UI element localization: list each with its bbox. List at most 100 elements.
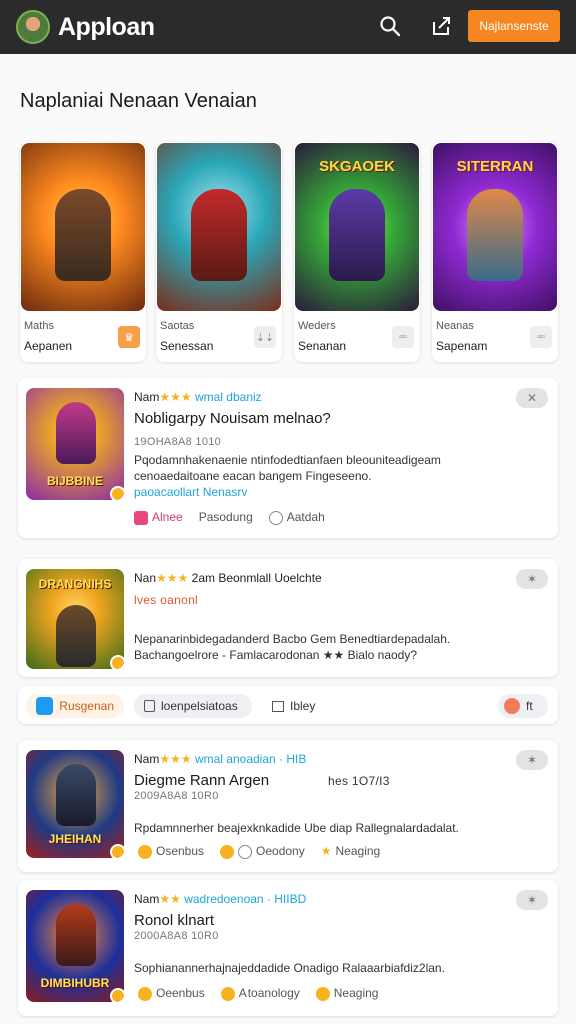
thumbs-icon — [138, 986, 152, 1001]
item-title: Nobligarpy Nouisam melnao? — [134, 410, 331, 427]
featured-card[interactable]: Maths Aepanen ♛ — [20, 142, 146, 362]
game-thumbnail: JHEIHAN — [26, 750, 124, 858]
card-name: Saotas — [160, 320, 195, 332]
like-button[interactable]: Alnee — [134, 510, 183, 525]
item-meta: Nam★★ wadredoenoan · HIIBD — [134, 892, 307, 906]
item-title: Diegme Rann Argen — [134, 772, 270, 789]
item-date: 19OHA8A8 1010 — [134, 436, 222, 448]
character-figure — [56, 402, 96, 464]
page-title: Naplaniai Nenaan Venaian — [20, 90, 257, 112]
art-title — [27, 153, 139, 181]
character-figure — [56, 904, 96, 966]
rating-stars: ★★★ — [156, 571, 189, 585]
art-title: SITERRAN — [456, 158, 534, 175]
character-figure — [56, 605, 96, 667]
item-tag: lves oanonl — [134, 593, 199, 607]
item-description: Sophianannerhajnajeddadide Onadigo Ralaa… — [134, 961, 445, 975]
character-figure — [55, 189, 111, 281]
export-icon — [272, 700, 284, 712]
item-date: 2000A8A8 10R0 — [134, 930, 219, 942]
featured-card[interactable]: SKGAOEK Weders Senanan ▫▫ — [294, 142, 420, 362]
item-actions: Osenbus Oeodony ★ Neaging — [138, 844, 380, 859]
clock-icon — [238, 844, 253, 859]
coin-icon — [315, 986, 330, 1001]
featured-card[interactable]: Saotas Senessan ⇣⇣ — [156, 142, 282, 362]
main-content: Naplaniai Nenaan Venaian Maths Aepanen ♛… — [0, 54, 576, 1024]
item-link[interactable]: paoacaollart Nenasrv — [134, 484, 534, 500]
action-button[interactable]: Pasodung — [199, 510, 253, 524]
twitter-icon — [36, 697, 54, 715]
action-button[interactable]: Oeenbus — [138, 986, 205, 1001]
star-button[interactable]: ✶ — [516, 750, 548, 770]
game-art: SITERRAN — [433, 143, 557, 311]
list-item[interactable]: DRANGNIHS Nan★★★ 2am Beonmlall Uoelchte … — [18, 559, 558, 677]
share-icon[interactable] — [430, 14, 454, 38]
item-meta: Nan★★★ 2am Beonmlall Uoelchte — [134, 571, 322, 585]
star-icon: ★ — [320, 844, 332, 859]
avatar[interactable] — [16, 10, 50, 44]
emoji-icon — [220, 986, 235, 1001]
rating-stars: ★★ — [159, 892, 181, 906]
like-count-button[interactable]: ft — [498, 694, 548, 718]
app-title: Apploan — [58, 12, 155, 41]
item-description: Rpdamnnerher beajexknkadide Ube diap Ral… — [134, 821, 459, 835]
badge-icon[interactable]: ▫▫ — [392, 326, 414, 348]
art-title: DRANGNIHS — [38, 577, 112, 591]
game-thumbnail: DRANGNIHS — [26, 569, 124, 669]
rating-stars: ★★★ — [159, 752, 192, 766]
top-bar: Apploan Najlansenste — [0, 0, 576, 54]
badge-icon[interactable]: ♛ — [118, 326, 140, 348]
share-bar: Rusgenan loenpelsiatoas Ibley ft — [18, 686, 558, 724]
card-subtitle: Senessan — [160, 339, 214, 353]
status-dot — [110, 988, 124, 1002]
list-item[interactable]: BIJBBINE Nam★★★ wmal dbaniz Nobligarpy N… — [18, 378, 558, 538]
thumbs-icon — [138, 844, 152, 859]
cta-button[interactable]: Najlansenste — [468, 10, 560, 42]
item-date: 2009A8A8 10R0 — [134, 790, 219, 802]
export-button[interactable]: Ibley — [262, 694, 342, 718]
item-description: Nepanarinbidegadanderd Bacbo Gem Benedti… — [134, 632, 451, 662]
clock-icon — [268, 510, 283, 525]
action-button[interactable]: Oeodony — [220, 844, 305, 859]
badge-icon[interactable]: ⇣⇣ — [254, 326, 276, 348]
featured-card[interactable]: SITERRAN Neanas Sapenam ▫▫ — [432, 142, 558, 362]
star-button[interactable]: ✶ — [516, 890, 548, 910]
status-dot — [110, 486, 124, 500]
art-title: BIJBBINE — [46, 474, 103, 488]
list-item[interactable]: DIMBIHUBR Nam★★ wadredoenoan · HIIBD Ron… — [18, 880, 558, 1016]
action-button[interactable]: Neaging — [315, 986, 378, 1001]
action-button[interactable]: A toanology — [220, 986, 300, 1001]
action-button[interactable]: ★ Neaging — [321, 844, 380, 858]
close-button[interactable]: ✕ — [516, 388, 548, 408]
status-dot — [110, 655, 124, 669]
card-name: Weders — [298, 320, 336, 332]
badge-icon[interactable]: ▫▫ — [530, 326, 552, 348]
card-subtitle: Senanan — [298, 339, 347, 353]
card-name: Neanas — [436, 320, 474, 332]
item-title: Ronol klnart — [134, 912, 215, 929]
character-figure — [191, 189, 247, 281]
item-meta: Nam★★★ wmal dbaniz — [134, 390, 262, 404]
heart-icon — [134, 510, 148, 525]
item-description: Pqodamnhakenaenie ntinfodedtianfaen bleo… — [134, 452, 534, 500]
game-thumbnail: BIJBBINE — [26, 388, 124, 500]
game-art: SKGAOEK — [295, 143, 419, 311]
action-button[interactable]: Osenbus — [138, 844, 204, 859]
list-item[interactable]: JHEIHAN Nam★★★ wmal anoadian · HIB Diegm… — [18, 740, 558, 872]
character-figure — [329, 189, 385, 281]
game-thumbnail: DIMBIHUBR — [26, 890, 124, 1002]
character-figure — [56, 764, 96, 826]
copy-link-button[interactable]: loenpelsiatoas — [134, 694, 252, 718]
emoji-icon — [220, 844, 235, 859]
twitter-share-button[interactable]: Rusgenan — [26, 694, 124, 718]
card-name: Maths — [24, 320, 54, 332]
card-subtitle: Sapenam — [436, 339, 488, 353]
item-actions: Oeenbus A toanology Neaging — [138, 986, 378, 1001]
heart-icon — [504, 698, 520, 714]
action-button[interactable]: Aatdah — [268, 510, 325, 525]
art-title: JHEIHAN — [48, 832, 102, 846]
search-icon[interactable] — [378, 14, 402, 38]
star-button[interactable]: ✶ — [516, 569, 548, 589]
rating-stars: ★★★ — [159, 390, 192, 404]
character-figure — [467, 189, 523, 281]
